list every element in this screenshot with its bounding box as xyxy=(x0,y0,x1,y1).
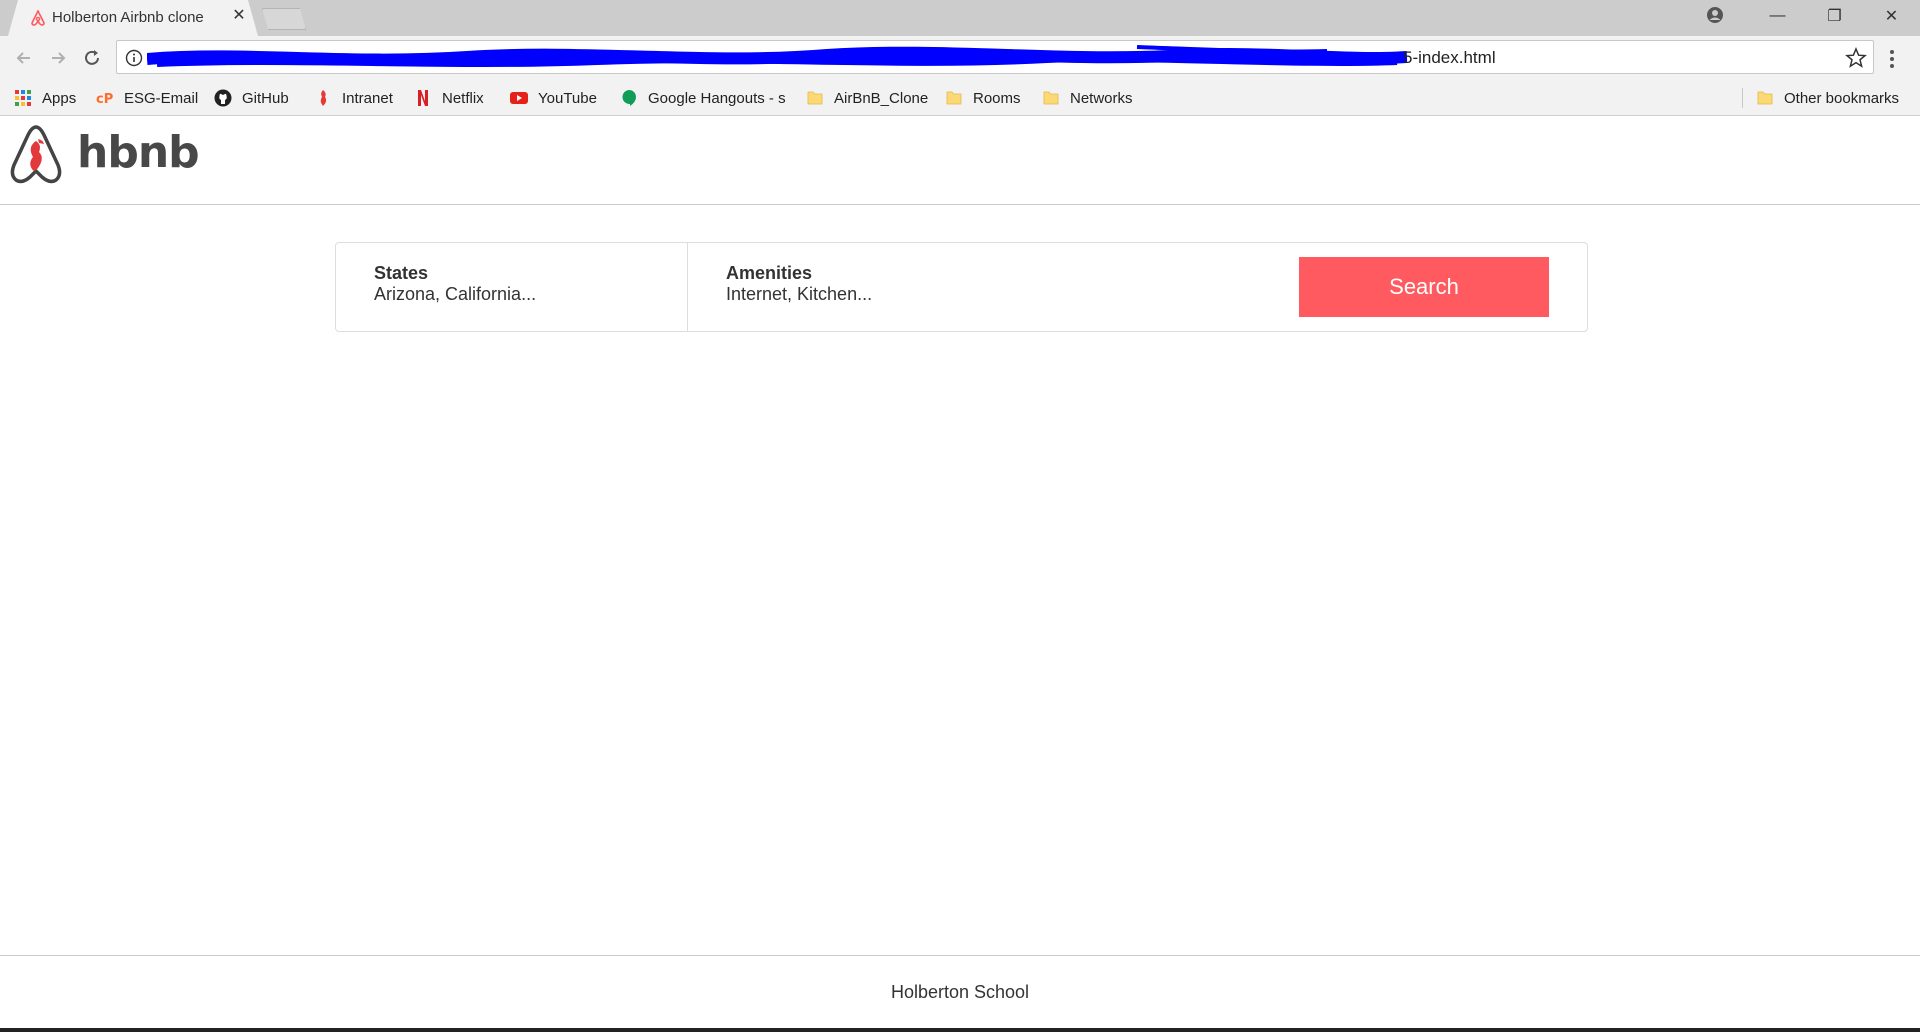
cpanel-icon: cP xyxy=(96,92,113,107)
amenities-filter[interactable]: Amenities Internet, Kitchen... xyxy=(688,243,1268,331)
forward-arrow-icon xyxy=(52,52,66,64)
states-filter-value: Arizona, California... xyxy=(374,284,537,304)
browser-menu-icon[interactable] xyxy=(1884,48,1900,70)
close-window-button[interactable]: ✕ xyxy=(1863,0,1920,32)
site-footer: Holberton School xyxy=(0,955,1920,1032)
bookmark-airbnb-clone[interactable]: AirBnB_Clone xyxy=(806,80,928,116)
bookmark-rooms[interactable]: Rooms xyxy=(945,80,1021,116)
netflix-icon xyxy=(418,90,428,106)
youtube-icon xyxy=(510,92,528,104)
apps-grid-icon xyxy=(15,90,31,106)
folder-icon xyxy=(1757,91,1773,105)
bookmark-esg-email[interactable]: cP ESG-Email xyxy=(96,80,198,116)
amenities-filter-title: Amenities xyxy=(726,263,813,283)
bookmark-google-hangouts[interactable]: Google Hangouts - s xyxy=(620,80,786,116)
bookmark-youtube[interactable]: YouTube xyxy=(510,80,597,116)
folder-icon xyxy=(946,91,962,105)
forward-button[interactable] xyxy=(46,46,70,70)
bookmark-label: Networks xyxy=(1070,89,1133,107)
info-icon[interactable] xyxy=(125,49,143,67)
amenities-filter-value: Internet, Kitchen... xyxy=(726,284,873,304)
tab-strip: Holberton Airbnb clone ✕ — ❐ ✕ xyxy=(0,0,1920,36)
bookmark-apps[interactable]: Apps xyxy=(14,80,76,116)
new-tab-button[interactable] xyxy=(262,8,306,30)
bookmark-label: Apps xyxy=(42,89,77,107)
url-text: 5-index.html xyxy=(1403,48,1496,67)
bookmark-star-icon[interactable] xyxy=(1845,47,1867,69)
bookmarks-separator xyxy=(1742,88,1743,108)
logo-text: hbnb xyxy=(77,127,200,178)
folder-icon xyxy=(807,91,823,105)
states-filter[interactable]: States Arizona, California... xyxy=(336,243,688,331)
footer-text: Holberton School xyxy=(890,982,1030,1002)
browser-toolbar: 5-index.html xyxy=(0,36,1920,80)
states-filter-title: States xyxy=(374,263,429,283)
bookmark-netflix[interactable]: Netflix xyxy=(414,80,484,116)
tab-close-icon[interactable]: ✕ xyxy=(230,7,248,25)
back-button[interactable] xyxy=(12,46,36,70)
bookmark-label: Netflix xyxy=(442,89,484,107)
filters-section: States Arizona, California... Amenities … xyxy=(335,242,1588,332)
reload-button[interactable] xyxy=(80,46,104,70)
bookmark-github[interactable]: GitHub xyxy=(214,80,289,116)
search-button[interactable]: Search xyxy=(1299,257,1549,317)
svg-text:cP: cP xyxy=(96,92,113,107)
github-icon xyxy=(214,89,232,107)
bookmark-label: Google Hangouts - s xyxy=(648,89,786,107)
profile-icon[interactable] xyxy=(1706,6,1724,24)
bookmark-intranet[interactable]: Intranet xyxy=(314,80,393,116)
address-bar[interactable]: 5-index.html xyxy=(116,40,1874,74)
hangouts-icon xyxy=(622,90,636,106)
bookmark-networks[interactable]: Networks xyxy=(1042,80,1133,116)
url-redaction-scribble xyxy=(147,45,1407,67)
back-arrow-icon xyxy=(16,52,30,64)
browser-window: Holberton Airbnb clone ✕ — ❐ ✕ 5-index.h… xyxy=(0,0,1920,1032)
reload-icon xyxy=(85,50,99,65)
browser-tab-active[interactable]: Holberton Airbnb clone ✕ xyxy=(8,0,258,36)
hbnb-logo-icon[interactable] xyxy=(8,123,64,185)
tab-title: Holberton Airbnb clone xyxy=(52,9,204,26)
bookmark-label: GitHub xyxy=(242,89,289,107)
folder-icon xyxy=(1043,91,1059,105)
bookmark-other-bookmarks[interactable]: Other bookmarks xyxy=(1756,80,1899,116)
bookmark-label: YouTube xyxy=(538,89,597,107)
window-controls: — ❐ ✕ xyxy=(1749,0,1920,36)
bookmark-label: Intranet xyxy=(342,89,393,107)
bookmarks-bar: Apps cP ESG-Email GitHub Intranet Netfli… xyxy=(0,80,1920,116)
bookmark-label: Rooms xyxy=(973,89,1021,107)
minimize-button[interactable]: — xyxy=(1749,0,1806,32)
bookmark-label: AirBnB_Clone xyxy=(834,89,929,107)
bookmark-label: Other bookmarks xyxy=(1784,89,1900,107)
site-header: hbnb xyxy=(0,117,1920,205)
intranet-icon xyxy=(320,90,327,106)
maximize-button[interactable]: ❐ xyxy=(1806,0,1863,32)
bookmark-label: ESG-Email xyxy=(124,89,199,107)
airbnb-favicon-icon xyxy=(31,10,45,26)
taskbar-edge xyxy=(0,1028,1920,1032)
